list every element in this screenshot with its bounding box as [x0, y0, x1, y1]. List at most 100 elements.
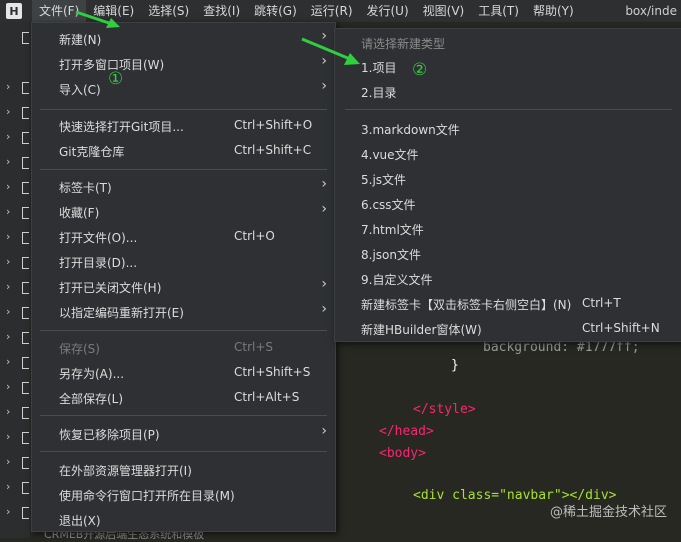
new-hbuilder-window-item[interactable]: 新建HBuilder窗体(W) Ctrl+Shift+N [335, 317, 681, 341]
submenu-item-label: 8.json文件 [361, 248, 421, 262]
chevron-right-icon: › [6, 155, 11, 168]
chevron-right-icon: › [6, 480, 11, 493]
folder-icon [22, 432, 29, 444]
menu-item-open-in-terminal[interactable]: 使用命令行窗口打开所在目录(M) [32, 483, 335, 507]
chevron-right-icon: › [6, 455, 11, 468]
tree-row[interactable]: › [6, 455, 30, 471]
folder-icon [22, 207, 29, 219]
menu-goto[interactable]: 跳转(G) [247, 0, 304, 22]
tree-row[interactable]: › [6, 380, 30, 396]
menu-find[interactable]: 查找(I) [196, 0, 247, 22]
menu-item-open-in-explorer[interactable]: 在外部资源管理器打开(I) [32, 458, 335, 482]
new-markdown-file-item[interactable]: 3.markdown文件 [335, 117, 681, 141]
folder-icon [22, 357, 29, 369]
chevron-right-icon: › [6, 80, 11, 93]
folder-icon [22, 282, 29, 294]
submenu-item-label: 新建标签卡【双击标签卡右侧空白】(N) [361, 298, 572, 312]
folder-icon [22, 157, 29, 169]
menu-item-save[interactable]: 保存(S) Ctrl+S [32, 336, 335, 360]
new-directory-item[interactable]: 2.目录 [335, 80, 681, 104]
menu-view[interactable]: 视图(V) [416, 0, 472, 22]
tree-row[interactable]: › [6, 305, 30, 321]
shortcut-text: Ctrl+S [234, 340, 274, 354]
new-tab-card-item[interactable]: 新建标签卡【双击标签卡右侧空白】(N) Ctrl+T [335, 292, 681, 316]
chevron-right-icon: › [6, 505, 11, 518]
tree-row[interactable]: › [6, 280, 30, 296]
menu-separator [40, 330, 327, 331]
new-js-file-item[interactable]: 5.js文件 [335, 167, 681, 191]
new-project-item[interactable]: 1.项目 [335, 55, 681, 79]
menu-item-reopen-with-encoding[interactable]: 以指定编码重新打开(E) › [32, 300, 335, 324]
folder-icon [22, 182, 29, 194]
tree-row[interactable]: › [6, 205, 30, 221]
menu-item-open-directory[interactable]: 打开目录(D)... [32, 250, 335, 274]
annotation-arrow-icon [301, 37, 360, 65]
file-menu-dropdown: 新建(N) › 打开多窗口项目(W) › 导入(C) › 快速选择打开Git项目...… [31, 22, 336, 532]
annotation-arrow-icon [75, 10, 120, 28]
menu-item-favorites[interactable]: 收藏(F) › [32, 200, 335, 224]
menu-item-label: 另存为(A)... [59, 367, 125, 381]
new-custom-file-item[interactable]: 9.自定义文件 [335, 267, 681, 291]
chevron-right-icon: › [6, 305, 11, 318]
menu-item-label: 快速选择打开Git项目... [59, 120, 184, 134]
chevron-right-icon: › [6, 330, 11, 343]
tree-row[interactable]: › [6, 130, 30, 146]
tree-row[interactable]: › [6, 255, 30, 271]
menu-item-label: 退出(X) [59, 514, 101, 528]
menu-item-save-all[interactable]: 全部保存(L) Ctrl+Alt+S [32, 386, 335, 410]
new-css-file-item[interactable]: 6.css文件 [335, 192, 681, 216]
tree-row[interactable]: › [6, 180, 30, 196]
new-vue-file-item[interactable]: 4.vue文件 [335, 142, 681, 166]
tree-row[interactable]: › [6, 505, 30, 521]
menu-item-open-multi-window-project[interactable]: 打开多窗口项目(W) › [32, 52, 335, 76]
chevron-right-icon: › [321, 423, 327, 439]
menu-help[interactable]: 帮助(Y) [526, 0, 581, 22]
tree-row[interactable] [6, 30, 30, 46]
submenu-item-label: 6.css文件 [361, 198, 416, 212]
code-line-body-open: <body> [379, 446, 426, 461]
tree-row[interactable]: › [6, 480, 30, 496]
tree-row[interactable]: › [6, 80, 30, 96]
tree-row[interactable]: › [6, 355, 30, 371]
hbuilder-logo-icon: H [6, 3, 22, 19]
menu-item-git-clone[interactable]: Git克隆仓库 Ctrl+Shift+C [32, 139, 335, 163]
new-html-file-item[interactable]: 7.html文件 [335, 217, 681, 241]
menu-item-tab-cards[interactable]: 标签卡(T) › [32, 175, 335, 199]
menu-separator [345, 109, 672, 110]
shortcut-text: Ctrl+Shift+N [582, 321, 660, 335]
menu-publish[interactable]: 发行(U) [360, 0, 416, 22]
menu-item-label: 打开已关闭文件(H) [59, 281, 162, 295]
shortcut-text: Ctrl+Shift+S [234, 365, 311, 379]
folder-icon [22, 382, 29, 394]
menu-item-restore-removed-project[interactable]: 恢复已移除项目(P) › [32, 422, 335, 446]
menu-item-label: 收藏(F) [59, 206, 100, 220]
chevron-right-icon: › [6, 105, 11, 118]
menu-item-import[interactable]: 导入(C) › [32, 77, 335, 101]
menu-separator [40, 109, 327, 110]
menu-item-save-as[interactable]: 另存为(A)... Ctrl+Shift+S [32, 361, 335, 385]
tree-row[interactable]: › [6, 155, 30, 171]
chevron-right-icon: › [321, 301, 327, 317]
tree-row[interactable]: › [6, 330, 30, 346]
menu-separator [40, 415, 327, 416]
tree-row[interactable]: › [6, 230, 30, 246]
menu-item-exit[interactable]: 退出(X) [32, 508, 335, 532]
menu-item-quick-open-git[interactable]: 快速选择打开Git项目... Ctrl+Shift+O [32, 114, 335, 138]
menu-select[interactable]: 选择(S) [141, 0, 196, 22]
code-line-background: background: #1777ff; [483, 340, 640, 355]
tree-row[interactable]: › [6, 405, 30, 421]
shortcut-text: Ctrl+O [234, 229, 275, 243]
tree-row[interactable]: › [6, 430, 30, 446]
menu-item-label: 以指定编码重新打开(E) [59, 306, 184, 320]
tree-row[interactable]: › [6, 105, 30, 121]
menu-item-open-file[interactable]: 打开文件(O)... Ctrl+O [32, 225, 335, 249]
menu-item-label: 保存(S) [59, 342, 100, 356]
menu-tools[interactable]: 工具(T) [471, 0, 526, 22]
menu-item-label: 导入(C) [59, 83, 101, 97]
new-json-file-item[interactable]: 8.json文件 [335, 242, 681, 266]
folder-icon [22, 407, 29, 419]
menu-item-label: Git克隆仓库 [59, 145, 125, 159]
chevron-right-icon: › [6, 255, 11, 268]
menu-item-open-closed-file[interactable]: 打开已关闭文件(H) › [32, 275, 335, 299]
menu-run[interactable]: 运行(R) [304, 0, 360, 22]
